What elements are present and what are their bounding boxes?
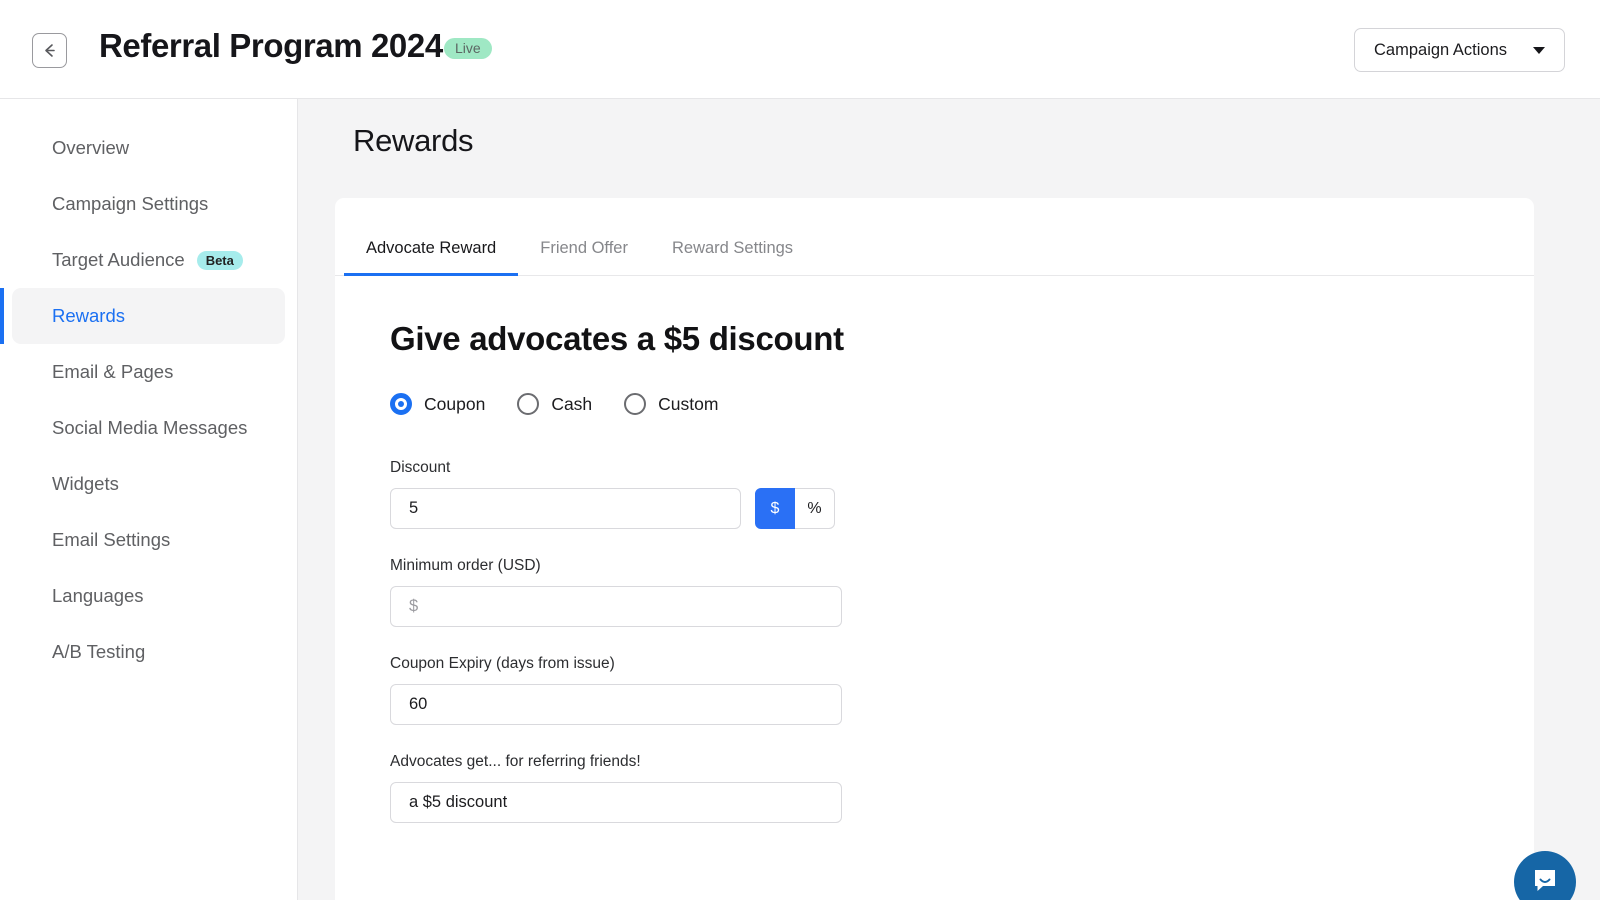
coupon-expiry-field: Coupon Expiry (days from issue) 60 [390,655,1534,725]
sidebar-item-email-settings[interactable]: Email Settings [12,512,285,568]
radio-label: Custom [658,393,719,414]
radio-button-custom[interactable] [624,393,647,415]
coupon-expiry-input[interactable]: 60 [390,684,842,725]
sidebar-item-label: Social Media Messages [52,417,248,438]
tab-bar: Advocate Reward Friend Offer Reward Settin… [335,198,1534,276]
campaign-title: Referral Program 2024 [99,27,443,64]
sidebar-item-rewards[interactable]: Rewards [0,288,285,344]
minimum-order-input[interactable]: $ [390,586,842,627]
sidebar-item-label: Email Settings [52,529,171,550]
sidebar-item-a-b-testing[interactable]: A/B Testing [12,624,285,680]
sidebar-item-widgets[interactable]: Widgets [12,456,285,512]
rewards-card: Advocate Reward Friend Offer Reward Settin… [335,198,1534,900]
radio-option-custom[interactable]: Custom [624,393,718,415]
advocates-get-label: Advocates get... for referring friends! [390,753,641,770]
sidebar-item-overview[interactable]: Overview [12,120,285,176]
top-bar: Referral Program 2024 Live Campaign Acti… [0,0,1600,99]
campaign-actions-button[interactable]: Campaign Actions [1354,28,1565,72]
radio-button-coupon[interactable] [390,393,412,415]
chevron-down-icon [1533,46,1545,54]
sidebar-item-languages[interactable]: Languages [12,568,285,624]
sidebar-item-campaign-settings[interactable]: Campaign Settings [12,176,285,232]
arrow-left-icon [40,41,59,60]
page-title: Rewards [353,123,474,158]
sidebar-item-social-media-messages[interactable]: Social Media Messages [12,400,285,456]
tab-friend-offer[interactable]: Friend Offer [518,239,650,275]
radio-option-cash[interactable]: Cash [517,393,592,415]
chat-launcher-button[interactable] [1514,851,1576,900]
minimum-order-field: Minimum order (USD) $ [390,557,1534,627]
sidebar-item-email-pages[interactable]: Email & Pages [12,344,285,400]
advocates-get-input[interactable]: a $5 discount [390,782,842,823]
radio-button-cash[interactable] [517,393,540,415]
sidebar-item-label: Rewards [52,305,125,326]
minimum-order-label: Minimum order (USD) [390,557,541,574]
sidebar-item-label: Target Audience [52,249,185,270]
radio-label: Cash [551,393,593,414]
chat-bubble-icon [1531,866,1559,899]
campaign-actions-label: Campaign Actions [1374,40,1507,59]
sidebar-item-label: Email & Pages [52,361,174,382]
form-heading: Give advocates a $5 discount [390,320,844,357]
sidebar-item-label: Widgets [52,473,119,494]
radio-option-coupon[interactable]: Coupon [390,393,485,415]
advocates-get-field: Advocates get... for referring friends! … [390,753,1534,823]
sidebar-item-target-audience[interactable]: Target Audience Beta [12,232,285,288]
advocate-reward-form: Give advocates a $5 discount Coupon Cash C… [335,276,1534,823]
back-button[interactable] [32,33,67,68]
sidebar: Overview Campaign Settings Target Audience… [0,99,298,900]
discount-input[interactable]: 5 [390,488,741,529]
unit-percent-button[interactable]: % [795,488,835,529]
sidebar-item-label: Languages [52,585,144,606]
unit-dollar-button[interactable]: $ [755,488,795,529]
sidebar-item-badge: Beta [196,250,243,270]
radio-label: Coupon [424,393,486,414]
main-content: Rewards Advocate Reward Friend Offer Rewar… [298,99,1600,900]
coupon-expiry-label: Coupon Expiry (days from issue) [390,655,615,672]
discount-label: Discount [390,459,451,476]
discount-field: Discount 5 $ % [390,459,1534,529]
tab-reward-settings[interactable]: Reward Settings [650,239,815,275]
sidebar-item-label: Campaign Settings [52,193,209,214]
sidebar-item-label: A/B Testing [52,641,146,662]
reward-type-radio-group: Coupon Cash Custom [390,393,1534,415]
sidebar-item-label: Overview [52,137,130,158]
status-badge: Live [444,38,492,59]
tab-advocate-reward[interactable]: Advocate Reward [344,239,519,276]
discount-unit-toggle: $ % [755,488,835,529]
